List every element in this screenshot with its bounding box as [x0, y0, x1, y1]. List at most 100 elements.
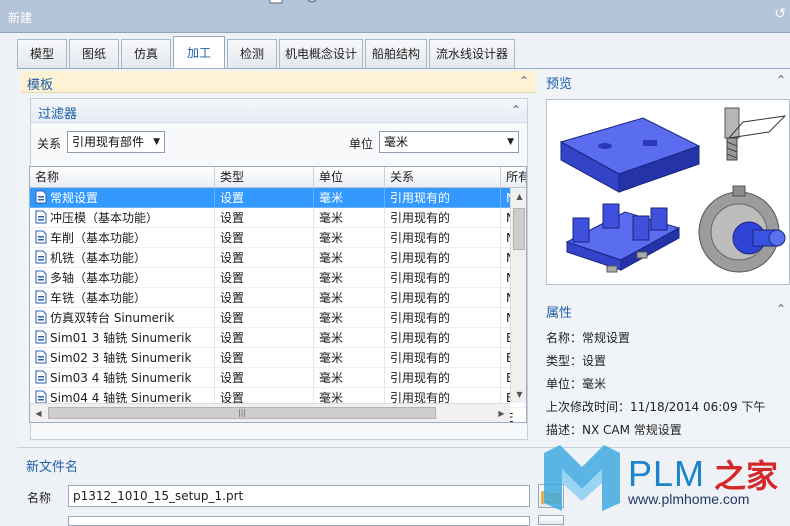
table-cell-name: 车铣（基本功能）	[30, 288, 215, 308]
table-cell-relation: 引用现有的	[385, 288, 501, 308]
tab-line-designer[interactable]: 流水线设计器	[429, 39, 515, 68]
cell-text-name: Sim01 3 轴铣 Sinumerik	[50, 331, 192, 345]
tab-mechatronics[interactable]: 机电概念设计	[279, 39, 363, 68]
cell-text-type: 设置	[220, 331, 245, 345]
property-modified: 上次修改时间：11/18/2014 06:09 下午	[546, 398, 765, 415]
reset-icon[interactable]: ↺	[774, 6, 786, 22]
cell-text-type: 设置	[220, 191, 245, 205]
tab-ship-structure[interactable]: 船舶结构	[365, 39, 427, 68]
tab-model[interactable]: 模型	[17, 39, 67, 68]
tab-simulation[interactable]: 仿真	[121, 39, 171, 68]
table-row[interactable]: 车铣（基本功能）设置毫米引用现有的N	[30, 288, 526, 308]
column-owner[interactable]: 所有	[501, 167, 526, 188]
unit-select[interactable]: 毫米 ▼	[379, 131, 519, 153]
table-row[interactable]: 多轴（基本功能）设置毫米引用现有的N	[30, 268, 526, 288]
property-modified-label: 上次修改时间：	[546, 400, 631, 414]
table-cell-unit: 毫米	[314, 248, 385, 268]
collapse-properties-icon[interactable]: ⌃	[776, 302, 786, 316]
property-unit-value: 毫米	[582, 377, 607, 391]
plm-logo-icon	[544, 445, 620, 511]
cell-text-unit: 毫米	[319, 371, 344, 385]
tab-inspection[interactable]: 检测	[227, 39, 277, 68]
table-row[interactable]: 常规设置设置毫米引用现有的N	[30, 188, 526, 208]
cam-parts-illustration	[559, 107, 787, 273]
column-name[interactable]: 名称	[30, 167, 215, 188]
collapse-preview-icon[interactable]: ⌃	[776, 73, 786, 87]
template-file-icon	[35, 310, 47, 324]
cell-text-name: Sim03 4 轴铣 Sinumerik	[50, 371, 192, 385]
scroll-right-icon[interactable]: ▶	[493, 404, 510, 422]
table-cell-unit: 毫米	[314, 268, 385, 288]
template-file-icon	[35, 230, 47, 244]
filter-header[interactable]: 过滤器 ⌃	[31, 99, 527, 123]
table-cell-unit: 毫米	[314, 188, 385, 208]
property-description-value: NX CAM 常规设置	[582, 423, 682, 437]
column-unit[interactable]: 单位	[314, 167, 385, 188]
tab-manufacturing[interactable]: 加工	[173, 36, 225, 69]
table-row[interactable]: Sim02 3 轴铣 Sinumerik设置毫米引用现有的E	[30, 348, 526, 368]
table-row[interactable]: Sim03 4 轴铣 Sinumerik设置毫米引用现有的E	[30, 368, 526, 388]
cell-text-name: 常规设置	[50, 191, 99, 205]
property-type-value: 设置	[582, 354, 607, 368]
table-cell-name: 车削（基本功能）	[30, 228, 215, 248]
template-file-icon	[35, 290, 47, 304]
table-cell-name: 仿真双转台 Sinumerik	[30, 308, 215, 328]
cell-text-name: 机铣（基本功能）	[50, 251, 147, 265]
cell-text-unit: 毫米	[319, 251, 344, 265]
relation-select-value: 引用现有部件	[72, 135, 145, 149]
property-modified-value: 11/18/2014 06:09 下午	[630, 400, 766, 414]
cell-text-type: 设置	[220, 271, 245, 285]
file-name-input[interactable]: p1312_1010_15_setup_1.prt	[68, 485, 530, 507]
folder-input[interactable]	[68, 516, 530, 526]
table-cell-name: 多轴（基本功能）	[30, 268, 215, 288]
table-header: 名称 类型 单位 关系 所有	[30, 167, 526, 188]
cell-text-relation: 引用现有的	[390, 331, 451, 345]
table-cell-relation: 引用现有的	[385, 328, 501, 348]
table-row[interactable]: 机铣（基本功能）设置毫米引用现有的N	[30, 248, 526, 268]
table-cell-unit: 毫米	[314, 288, 385, 308]
template-file-icon	[35, 370, 47, 384]
unit-label: 单位	[349, 137, 374, 151]
table-cell-relation: 引用现有的	[385, 228, 501, 248]
horizontal-scroll-thumb[interactable]: |||	[48, 407, 436, 419]
template-preview-image	[546, 99, 790, 285]
scroll-left-icon[interactable]: ◀	[30, 404, 47, 422]
table-row[interactable]: Sim01 3 轴铣 Sinumerik设置毫米引用现有的E	[30, 328, 526, 348]
table-cell-relation: 引用现有的	[385, 308, 501, 328]
table-cell-name: 冲压模（基本功能）	[30, 208, 215, 228]
table-row[interactable]: 冲压模（基本功能）设置毫米引用现有的N	[30, 208, 526, 228]
table-row[interactable]: 仿真双转台 Sinumerik设置毫米引用现有的N	[30, 308, 526, 328]
templates-header[interactable]: 模板 ⌃	[21, 71, 536, 93]
cell-text-relation: 引用现有的	[390, 251, 451, 265]
template-file-icon	[35, 390, 47, 404]
vertical-scroll-thumb[interactable]	[513, 208, 525, 250]
scroll-up-icon[interactable]: ▲	[511, 188, 526, 205]
table-cell-type: 设置	[215, 188, 314, 208]
tab-drawing[interactable]: 图纸	[69, 39, 119, 68]
table-cell-relation: 引用现有的	[385, 348, 501, 368]
property-unit: 单位：毫米	[546, 375, 606, 392]
table-cell-unit: 毫米	[314, 328, 385, 348]
collapse-filter-icon[interactable]: ⌃	[511, 103, 521, 117]
column-type[interactable]: 类型	[215, 167, 314, 188]
collapse-templates-icon[interactable]: ⌃	[519, 74, 529, 88]
column-relation[interactable]: 关系	[385, 167, 501, 188]
table-cell-unit: 毫米	[314, 368, 385, 388]
cell-text-name: Sim02 3 轴铣 Sinumerik	[50, 351, 192, 365]
table-cell-type: 设置	[215, 288, 314, 308]
cell-text-unit: 毫米	[319, 211, 344, 225]
scroll-down-icon[interactable]: ▼	[511, 386, 526, 403]
cell-text-name: 冲压模（基本功能）	[50, 211, 159, 225]
vertical-scrollbar[interactable]: ▲ ▼	[510, 188, 526, 403]
cell-text-relation: 引用现有的	[390, 311, 451, 325]
table-row[interactable]: 车削（基本功能）设置毫米引用现有的N	[30, 228, 526, 248]
table-cell-unit: 毫米	[314, 348, 385, 368]
preview-title: 预览	[546, 77, 573, 92]
template-file-icon	[35, 330, 47, 344]
cell-text-relation: 引用现有的	[390, 291, 451, 305]
cell-text-name: 多轴（基本功能）	[50, 271, 147, 285]
relation-select[interactable]: 引用现有部件 ▼	[67, 131, 165, 153]
table-cell-relation: 引用现有的	[385, 188, 501, 208]
horizontal-scrollbar[interactable]: ◀ ||| ▶	[30, 403, 510, 422]
template-file-icon	[35, 350, 47, 364]
